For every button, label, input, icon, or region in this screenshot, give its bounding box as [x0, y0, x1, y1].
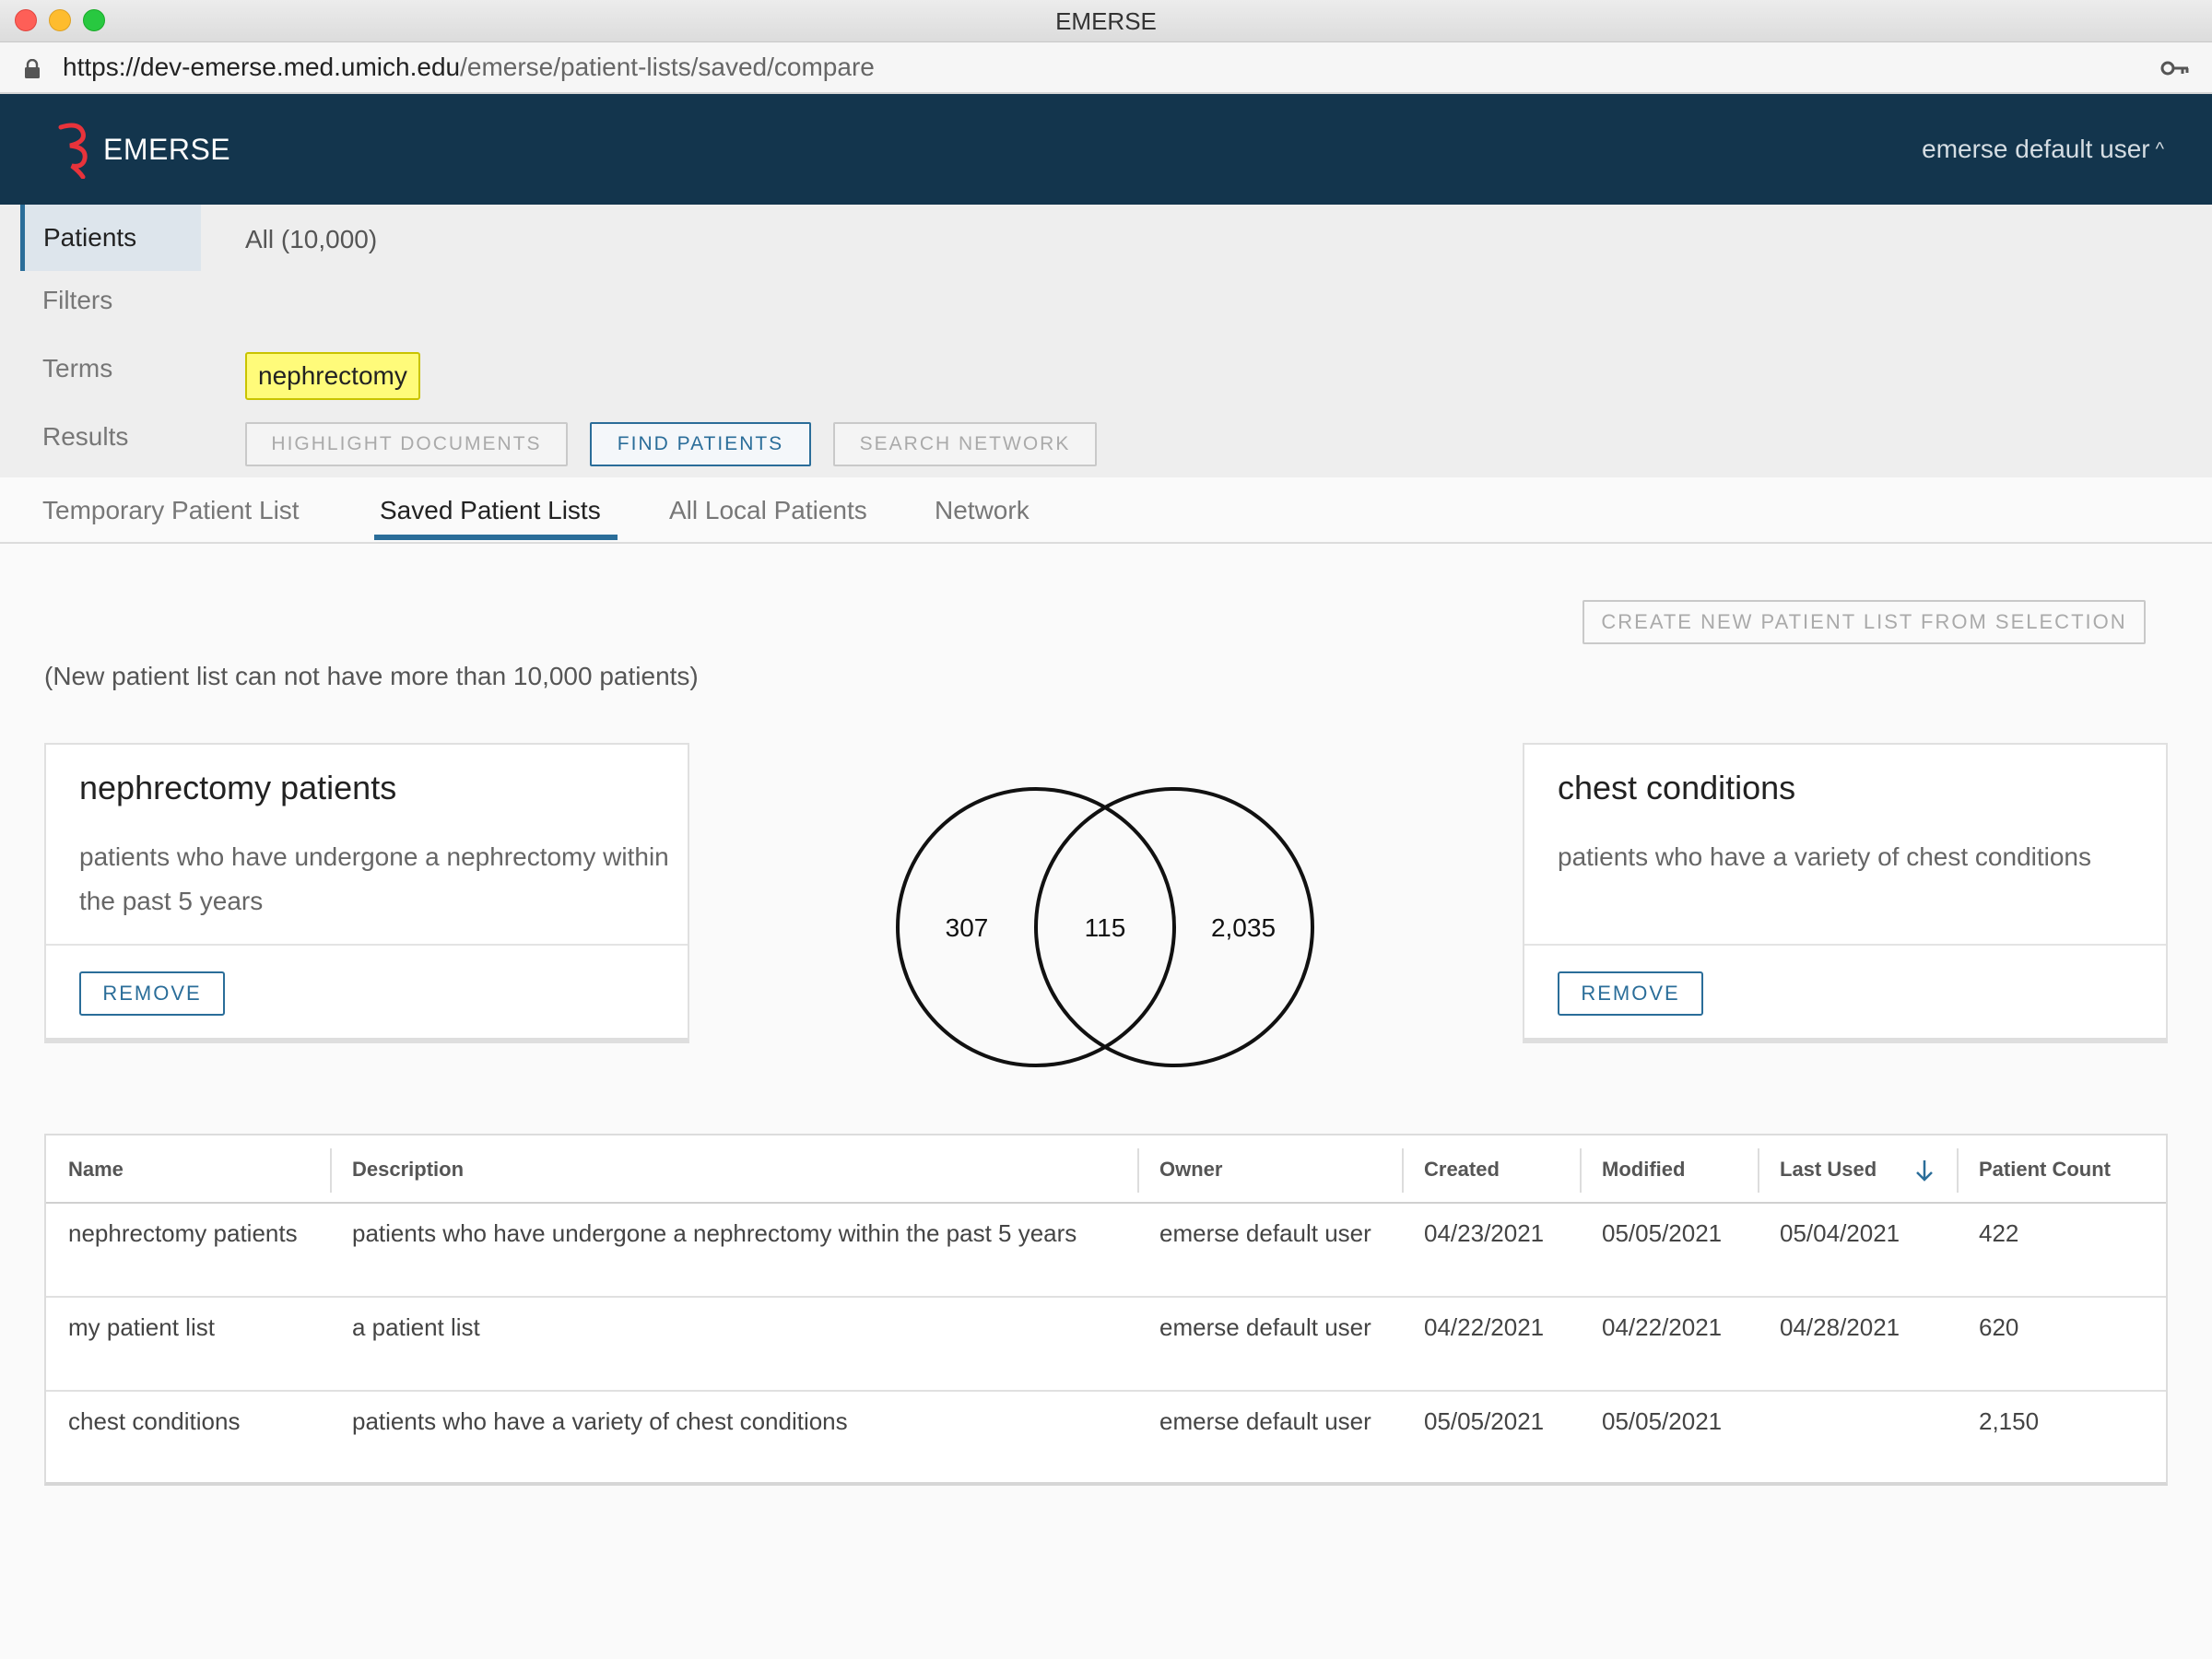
- cell-modified: 04/22/2021: [1602, 1313, 1723, 1341]
- address-bar[interactable]: https://dev-emerse.med.umich.edu/emerse/…: [0, 42, 2212, 94]
- cell-name: chest conditions: [68, 1407, 241, 1435]
- cell-description: patients who have undergone a nephrectom…: [352, 1219, 1077, 1247]
- table-row[interactable]: nephrectomy patients patients who have u…: [46, 1204, 2166, 1298]
- app-header: EMERSE emerse default user ^: [0, 94, 2212, 205]
- find-patients-button[interactable]: FIND PATIENTS: [590, 422, 811, 466]
- table-row[interactable]: my patient list a patient list emerse de…: [46, 1298, 2166, 1392]
- patient-lists-table: Name Description Owner Created Modified …: [44, 1134, 2168, 1486]
- term-chip[interactable]: nephrectomy: [245, 352, 420, 400]
- card-divider: [46, 944, 688, 946]
- url-text[interactable]: https://dev-emerse.med.umich.edu/emerse/…: [63, 42, 875, 92]
- brand-name[interactable]: EMERSE: [103, 94, 230, 205]
- user-menu[interactable]: emerse default user ^: [1922, 94, 2164, 205]
- cell-created: 04/23/2021: [1424, 1219, 1545, 1247]
- arrow-down-icon[interactable]: [1913, 1158, 1936, 1183]
- cell-description: a patient list: [352, 1313, 480, 1341]
- column-header-modified[interactable]: Modified: [1580, 1135, 1685, 1204]
- patient-list-card: chest conditions patients who have a var…: [1523, 743, 2168, 1043]
- remove-button[interactable]: REMOVE: [79, 971, 225, 1016]
- cell-last-used: 05/04/2021: [1780, 1219, 1900, 1247]
- venn-diagram: 307 115 2,035: [896, 787, 1314, 1067]
- card-title: chest conditions: [1558, 769, 1796, 806]
- patients-label: Patients: [43, 223, 137, 252]
- highlight-documents-button[interactable]: HIGHLIGHT DOCUMENTS: [245, 422, 568, 466]
- lock-icon: [25, 59, 40, 78]
- remove-button[interactable]: REMOVE: [1558, 971, 1703, 1016]
- table-row[interactable]: chest conditions patients who have a var…: [46, 1392, 2166, 1486]
- tab-network[interactable]: Network: [935, 477, 1030, 544]
- cell-created: 05/05/2021: [1424, 1407, 1545, 1435]
- results-label: Results: [42, 422, 129, 451]
- table-header: Name Description Owner Created Modified …: [46, 1135, 2166, 1204]
- window-title: EMERSE: [1055, 7, 1157, 35]
- cell-created: 04/22/2021: [1424, 1313, 1545, 1341]
- patients-value[interactable]: All (10,000): [245, 205, 377, 275]
- cell-owner: emerse default user: [1159, 1313, 1371, 1341]
- cell-owner: emerse default user: [1159, 1407, 1371, 1435]
- column-header-owner[interactable]: Owner: [1137, 1135, 1222, 1204]
- column-header-created[interactable]: Created: [1402, 1135, 1500, 1204]
- cell-name: nephrectomy patients: [68, 1219, 298, 1247]
- window-titlebar: EMERSE: [0, 0, 2212, 42]
- patients-selector[interactable]: Patients: [20, 205, 201, 271]
- patient-limit-note: (New patient list can not have more than…: [44, 662, 699, 690]
- venn-right-count: 2,035: [1211, 913, 1276, 942]
- key-icon[interactable]: [2160, 57, 2190, 79]
- user-name: emerse default user: [1922, 135, 2150, 163]
- column-header-description[interactable]: Description: [330, 1135, 464, 1204]
- active-tab-indicator: [374, 535, 618, 540]
- venn-left-count: 307: [946, 913, 989, 942]
- tab-all-local-patients[interactable]: All Local Patients: [669, 477, 867, 544]
- url-path: /emerse/patient-lists/saved/compare: [460, 53, 875, 81]
- cell-name: my patient list: [68, 1313, 215, 1341]
- emerse-logo-icon[interactable]: [55, 120, 98, 179]
- patient-list-card: nephrectomy patients patients who have u…: [44, 743, 689, 1043]
- card-title: nephrectomy patients: [79, 769, 397, 806]
- cell-patient-count: 422: [1979, 1219, 2019, 1247]
- card-divider: [1524, 944, 2166, 946]
- chevron-up-icon: ^: [2155, 139, 2164, 159]
- filters-label[interactable]: Filters: [42, 286, 112, 315]
- tab-temporary-patient-list[interactable]: Temporary Patient List: [42, 477, 300, 544]
- url-host: https://dev-emerse.med.umich.edu: [63, 53, 461, 81]
- column-header-last-used[interactable]: Last Used: [1758, 1135, 1877, 1204]
- search-network-button[interactable]: SEARCH NETWORK: [833, 422, 1097, 466]
- cell-patient-count: 2,150: [1979, 1407, 2040, 1435]
- tab-bar: Temporary Patient List Saved Patient Lis…: [0, 477, 2212, 544]
- query-panel: Patients All (10,000) Filters Terms neph…: [0, 205, 2212, 477]
- cell-description: patients who have a variety of chest con…: [352, 1407, 848, 1435]
- column-header-name[interactable]: Name: [46, 1135, 124, 1204]
- cell-last-used: 04/28/2021: [1780, 1313, 1900, 1341]
- cell-modified: 05/05/2021: [1602, 1219, 1723, 1247]
- terms-label[interactable]: Terms: [42, 354, 112, 383]
- column-header-patient-count[interactable]: Patient Count: [1957, 1135, 2111, 1204]
- card-description: patients who have a variety of chest con…: [1558, 842, 2092, 871]
- cell-patient-count: 620: [1979, 1313, 2019, 1341]
- venn-overlap-count: 115: [1085, 913, 1126, 942]
- cell-owner: emerse default user: [1159, 1219, 1371, 1247]
- cell-modified: 05/05/2021: [1602, 1407, 1723, 1435]
- create-patient-list-button[interactable]: CREATE NEW PATIENT LIST FROM SELECTION: [1583, 600, 2146, 644]
- card-description: patients who have undergone a nephrectom…: [79, 842, 669, 915]
